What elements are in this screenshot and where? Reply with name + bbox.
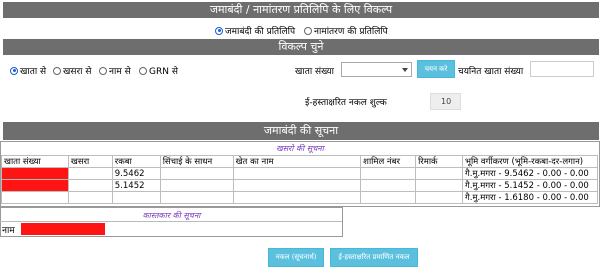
radio-icon[interactable] <box>304 26 312 35</box>
table-cell <box>232 167 362 180</box>
copy-info-button[interactable]: नकल (सूचनार्थ) <box>268 248 324 267</box>
radio-namantaran-copy[interactable]: नामांतरण की प्रतिलिपि <box>304 24 388 37</box>
table-cell: गै.मु.मगरा - 5.1452 - 0.00 - 0.00 <box>461 179 599 192</box>
radio-label: जमाबंदी की प्रतिलिपि <box>225 27 296 37</box>
khata-number-label: खाता संख्या <box>295 67 334 77</box>
radio-selected-icon[interactable] <box>215 26 223 35</box>
selected-khata-input[interactable] <box>530 61 594 77</box>
esign-fee-label: ई-हस्ताक्षरित नकल शुल्क <box>305 98 387 108</box>
radio-by-khasra[interactable]: खसरा से <box>53 64 91 77</box>
radio-by-khata[interactable]: खाता से <box>10 64 46 77</box>
radio-label: खसरा से <box>63 67 92 77</box>
radio-by-grn[interactable]: GRN से <box>139 64 178 77</box>
selected-khata-label: चयनित खाता संख्या <box>458 67 524 77</box>
table-cell <box>67 167 113 180</box>
table-cell <box>415 191 463 204</box>
table-cell <box>111 191 161 204</box>
redacted-cell <box>1 167 69 180</box>
jamabandi-info-header: जमाबंदी की सूचना <box>3 122 599 140</box>
chevron-down-icon <box>402 68 408 72</box>
col-irrigation: सिंचाई के साधन <box>159 155 234 168</box>
table-row: 9.5462 गै.मु.मगरा - 9.5462 - 0.00 - 0.00 <box>1 167 599 180</box>
table-cell <box>360 191 417 204</box>
table-cell: गै.मु.मगरा - 9.5462 - 0.00 - 0.00 <box>461 167 599 180</box>
radio-selected-icon[interactable] <box>10 66 18 75</box>
table-cell <box>159 191 234 204</box>
table-cell <box>159 167 234 180</box>
col-khasra: खसरा <box>67 155 113 168</box>
esign-certified-copy-button[interactable]: ई-हस्ताक्षरित प्रमाणित नकल <box>330 248 418 267</box>
table-row: गै.मु.मगरा - 1.6180 - 0.00 - 0.00 <box>1 191 599 204</box>
table-cell <box>67 191 113 204</box>
radio-jamabandi-copy[interactable]: जमाबंदी की प्रतिलिपि <box>215 24 295 37</box>
radio-icon[interactable] <box>139 66 147 75</box>
choose-option-header: विकल्प चुने <box>3 39 599 55</box>
esign-fee-input: 10 <box>430 93 461 110</box>
table-cell <box>360 179 417 192</box>
radio-icon[interactable] <box>53 66 61 75</box>
copy-options-header: जमाबंदी / नामांतरण प्रतिलिपि के लिए विकल… <box>3 2 599 18</box>
table-row: 5.1452 गै.मु.मगरा - 5.1452 - 0.00 - 0.00 <box>1 179 599 192</box>
table-cell: 9.5462 <box>111 167 161 180</box>
table-cell <box>415 167 463 180</box>
radio-label: खाता से <box>20 67 47 77</box>
col-raqba: रकबा <box>111 155 161 168</box>
khasra-table: खाता संख्या खसरा रकबा सिंचाई के साधन खेत… <box>1 155 599 204</box>
radio-label: नाम से <box>109 67 131 77</box>
owner-name-row: नाम <box>0 221 342 236</box>
select-button[interactable]: चयन करे <box>417 60 455 78</box>
radio-label: नामांतरण की प्रतिलिपि <box>314 27 388 37</box>
table-cell <box>232 191 362 204</box>
table-cell: गै.मु.मगरा - 1.6180 - 0.00 - 0.00 <box>461 191 599 204</box>
redacted-cell <box>1 179 69 192</box>
table-header-row: खाता संख्या खसरा रकबा सिंचाई के साधन खेत… <box>1 155 599 168</box>
radio-by-name[interactable]: नाम से <box>99 64 131 77</box>
radio-label: GRN से <box>149 67 178 77</box>
table-cell <box>232 179 362 192</box>
table-cell <box>415 179 463 192</box>
col-included-number: शामिल नंबर <box>360 155 417 168</box>
khata-number-select[interactable] <box>341 62 412 77</box>
col-khata: खाता संख्या <box>1 155 69 168</box>
redacted-name <box>21 223 105 235</box>
table-cell <box>1 191 69 204</box>
owner-name-label: नाम <box>2 226 15 236</box>
table-cell: 5.1452 <box>111 179 161 192</box>
owner-info-caption: कास्तकार की सूचना <box>142 211 201 220</box>
col-field-name: खेत का नाम <box>232 155 362 168</box>
khasra-info-caption: खसरो की सूचना <box>276 144 324 153</box>
table-cell <box>67 179 113 192</box>
table-cell <box>159 179 234 192</box>
table-cell <box>360 167 417 180</box>
radio-icon[interactable] <box>99 66 107 75</box>
col-land-class: भूमि वर्गीकरण (भूमि-रकबा-दर-लगान) <box>461 155 599 168</box>
col-remark: रिमार्क <box>415 155 463 168</box>
